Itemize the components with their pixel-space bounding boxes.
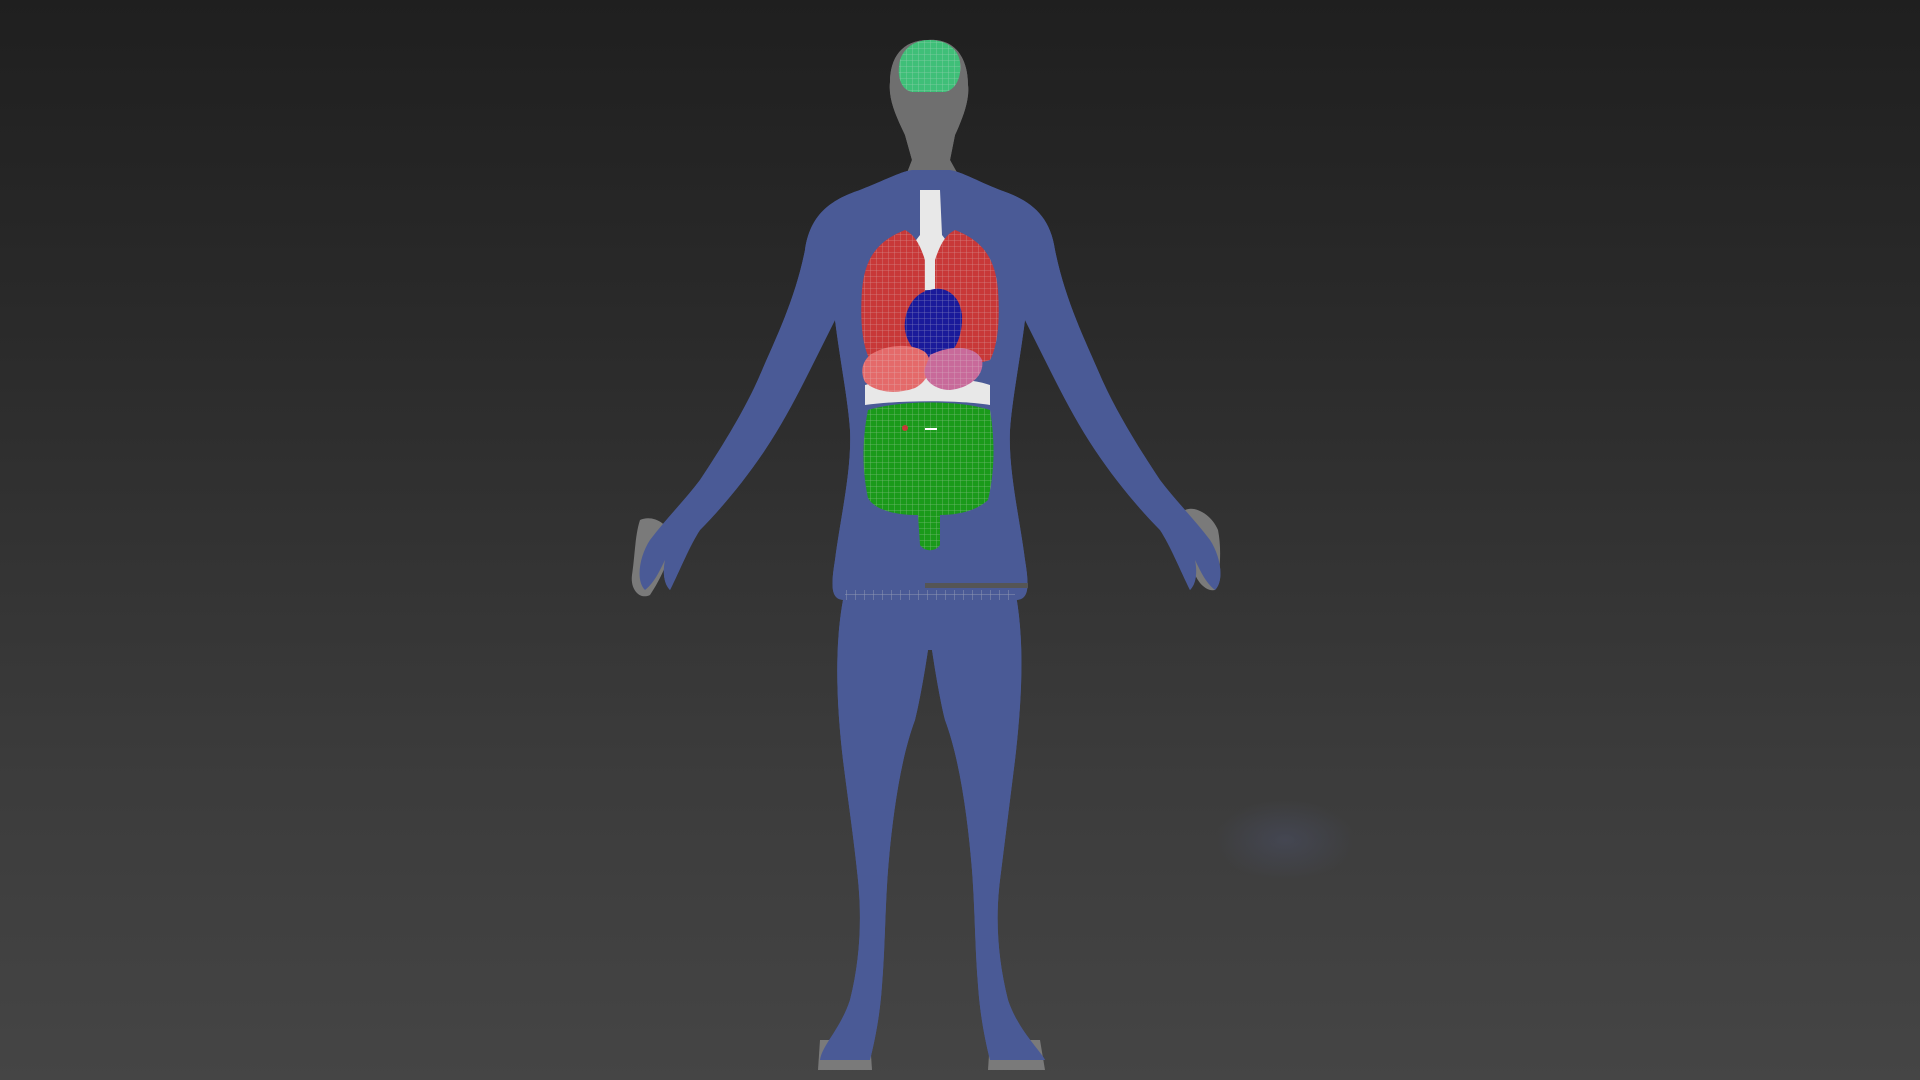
3d-viewport[interactable] — [0, 0, 1920, 1080]
viewport-artifact — [1215, 800, 1355, 880]
organ-detail-mark — [925, 428, 937, 430]
organ-detail-mark — [902, 425, 908, 431]
anatomy-wireframe-scene — [631, 39, 1355, 1070]
pelvis-helper-bar — [925, 583, 1028, 588]
